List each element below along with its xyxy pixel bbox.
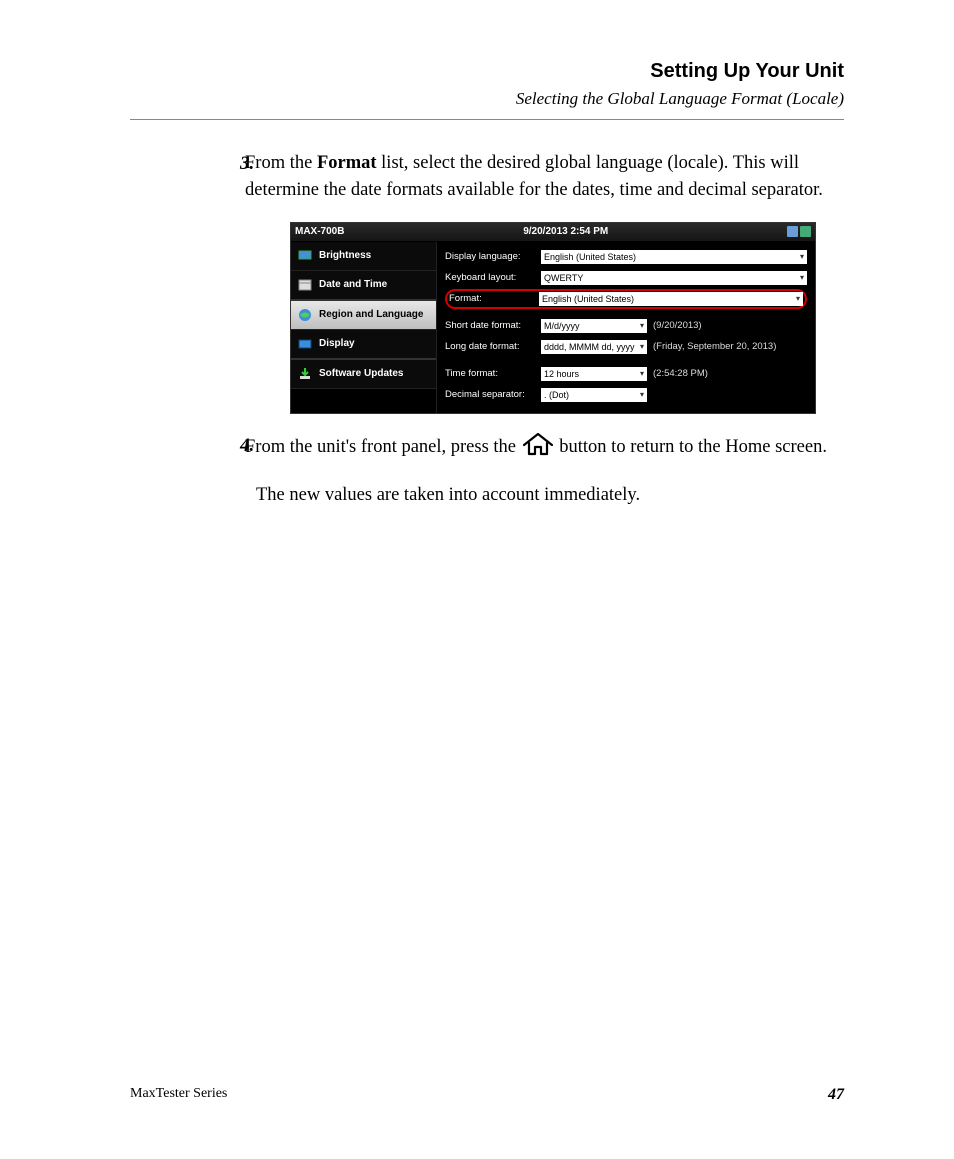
combo-format[interactable]: English (United States) ▾: [539, 292, 803, 306]
combo-display-language-value: English (United States): [544, 252, 636, 262]
sidebar-label-updates: Software Updates: [319, 368, 403, 379]
display-icon: [297, 336, 313, 352]
combo-time-format-value: 12 hours: [544, 369, 579, 379]
preview-long-date: (Friday, September 20, 2013): [653, 341, 776, 352]
combo-format-value: English (United States): [542, 294, 634, 304]
sidebar-label-datetime: Date and Time: [319, 279, 387, 290]
step-3-text: From the Format list, select the desired…: [245, 153, 823, 200]
header-title: Setting Up Your Unit: [130, 60, 844, 83]
home-icon: [521, 432, 555, 465]
sidebar-label-region: Region and Language: [319, 309, 423, 320]
preview-short-date: (9/20/2013): [653, 320, 702, 331]
header-subtitle: Selecting the Global Language Format (Lo…: [130, 89, 844, 109]
label-time-format: Time format:: [445, 368, 541, 379]
step-3-bold: Format: [317, 153, 377, 173]
chevron-down-icon: ▾: [800, 252, 804, 261]
page-footer: MaxTester Series 47: [130, 1086, 844, 1104]
screenshot-titlebar: MAX-700B 9/20/2013 2:54 PM: [291, 223, 815, 242]
combo-decimal-separator-value: . (Dot): [544, 390, 569, 400]
step-4-number: 4.: [240, 432, 254, 460]
combo-short-date[interactable]: M/d/yyyy ▾: [541, 319, 647, 333]
chevron-down-icon: ▾: [640, 390, 644, 399]
label-long-date: Long date format:: [445, 341, 541, 352]
label-short-date: Short date format:: [445, 320, 541, 331]
sidebar-item-brightness[interactable]: Brightness: [291, 242, 436, 271]
sidebar-item-updates[interactable]: Software Updates: [291, 360, 436, 389]
globe-icon: [297, 307, 313, 323]
step-3-pre: From the: [245, 153, 317, 173]
device-model: MAX-700B: [295, 226, 344, 237]
label-display-language: Display language:: [445, 251, 541, 262]
battery-icon: [800, 226, 811, 237]
closing-text: The new values are taken into account im…: [256, 482, 844, 509]
device-screenshot: MAX-700B 9/20/2013 2:54 PM Brightness Da…: [290, 222, 816, 414]
step-4-pre: From the unit's front panel, press the: [245, 437, 521, 457]
format-highlight: Format: English (United States) ▾: [445, 289, 807, 309]
step-3-number: 3.: [240, 150, 254, 178]
sidebar-item-region[interactable]: Region and Language: [291, 301, 436, 330]
settings-content: Display language: English (United States…: [437, 242, 815, 413]
chevron-down-icon: ▾: [640, 369, 644, 378]
settings-sidebar: Brightness Date and Time Region and Lang…: [291, 242, 437, 413]
step-4-post: button to return to the Home screen.: [559, 437, 827, 457]
step-4-text: From the unit's front panel, press the b…: [245, 437, 827, 457]
combo-long-date[interactable]: dddd, MMMM dd, yyyy ▾: [541, 340, 647, 354]
chevron-down-icon: ▾: [640, 342, 644, 351]
combo-display-language[interactable]: English (United States) ▾: [541, 250, 807, 264]
chevron-down-icon: ▾: [796, 294, 800, 303]
label-decimal-separator: Decimal separator:: [445, 389, 541, 400]
footer-page-number: 47: [828, 1086, 844, 1104]
preview-time-format: (2:54:28 PM): [653, 368, 708, 379]
combo-long-date-value: dddd, MMMM dd, yyyy: [544, 342, 635, 352]
device-clock: 9/20/2013 2:54 PM: [344, 226, 787, 237]
footer-series: MaxTester Series: [130, 1086, 227, 1104]
tray-icons: [787, 226, 811, 237]
sidebar-label-display: Display: [319, 338, 355, 349]
sidebar-item-display[interactable]: Display: [291, 330, 436, 360]
combo-keyboard-layout-value: QWERTY: [544, 273, 583, 283]
download-icon: [297, 366, 313, 382]
header-rule: [130, 119, 844, 120]
label-format: Format:: [449, 293, 539, 304]
chevron-down-icon: ▾: [640, 321, 644, 330]
sidebar-label-brightness: Brightness: [319, 250, 371, 261]
bluetooth-icon: [787, 226, 798, 237]
combo-keyboard-layout[interactable]: QWERTY ▾: [541, 271, 807, 285]
label-keyboard-layout: Keyboard layout:: [445, 272, 541, 283]
combo-time-format[interactable]: 12 hours ▾: [541, 367, 647, 381]
brightness-icon: [297, 248, 313, 264]
calendar-icon: [297, 277, 313, 293]
chevron-down-icon: ▾: [800, 273, 804, 282]
combo-decimal-separator[interactable]: . (Dot) ▾: [541, 388, 647, 402]
combo-short-date-value: M/d/yyyy: [544, 321, 580, 331]
sidebar-item-datetime[interactable]: Date and Time: [291, 271, 436, 301]
